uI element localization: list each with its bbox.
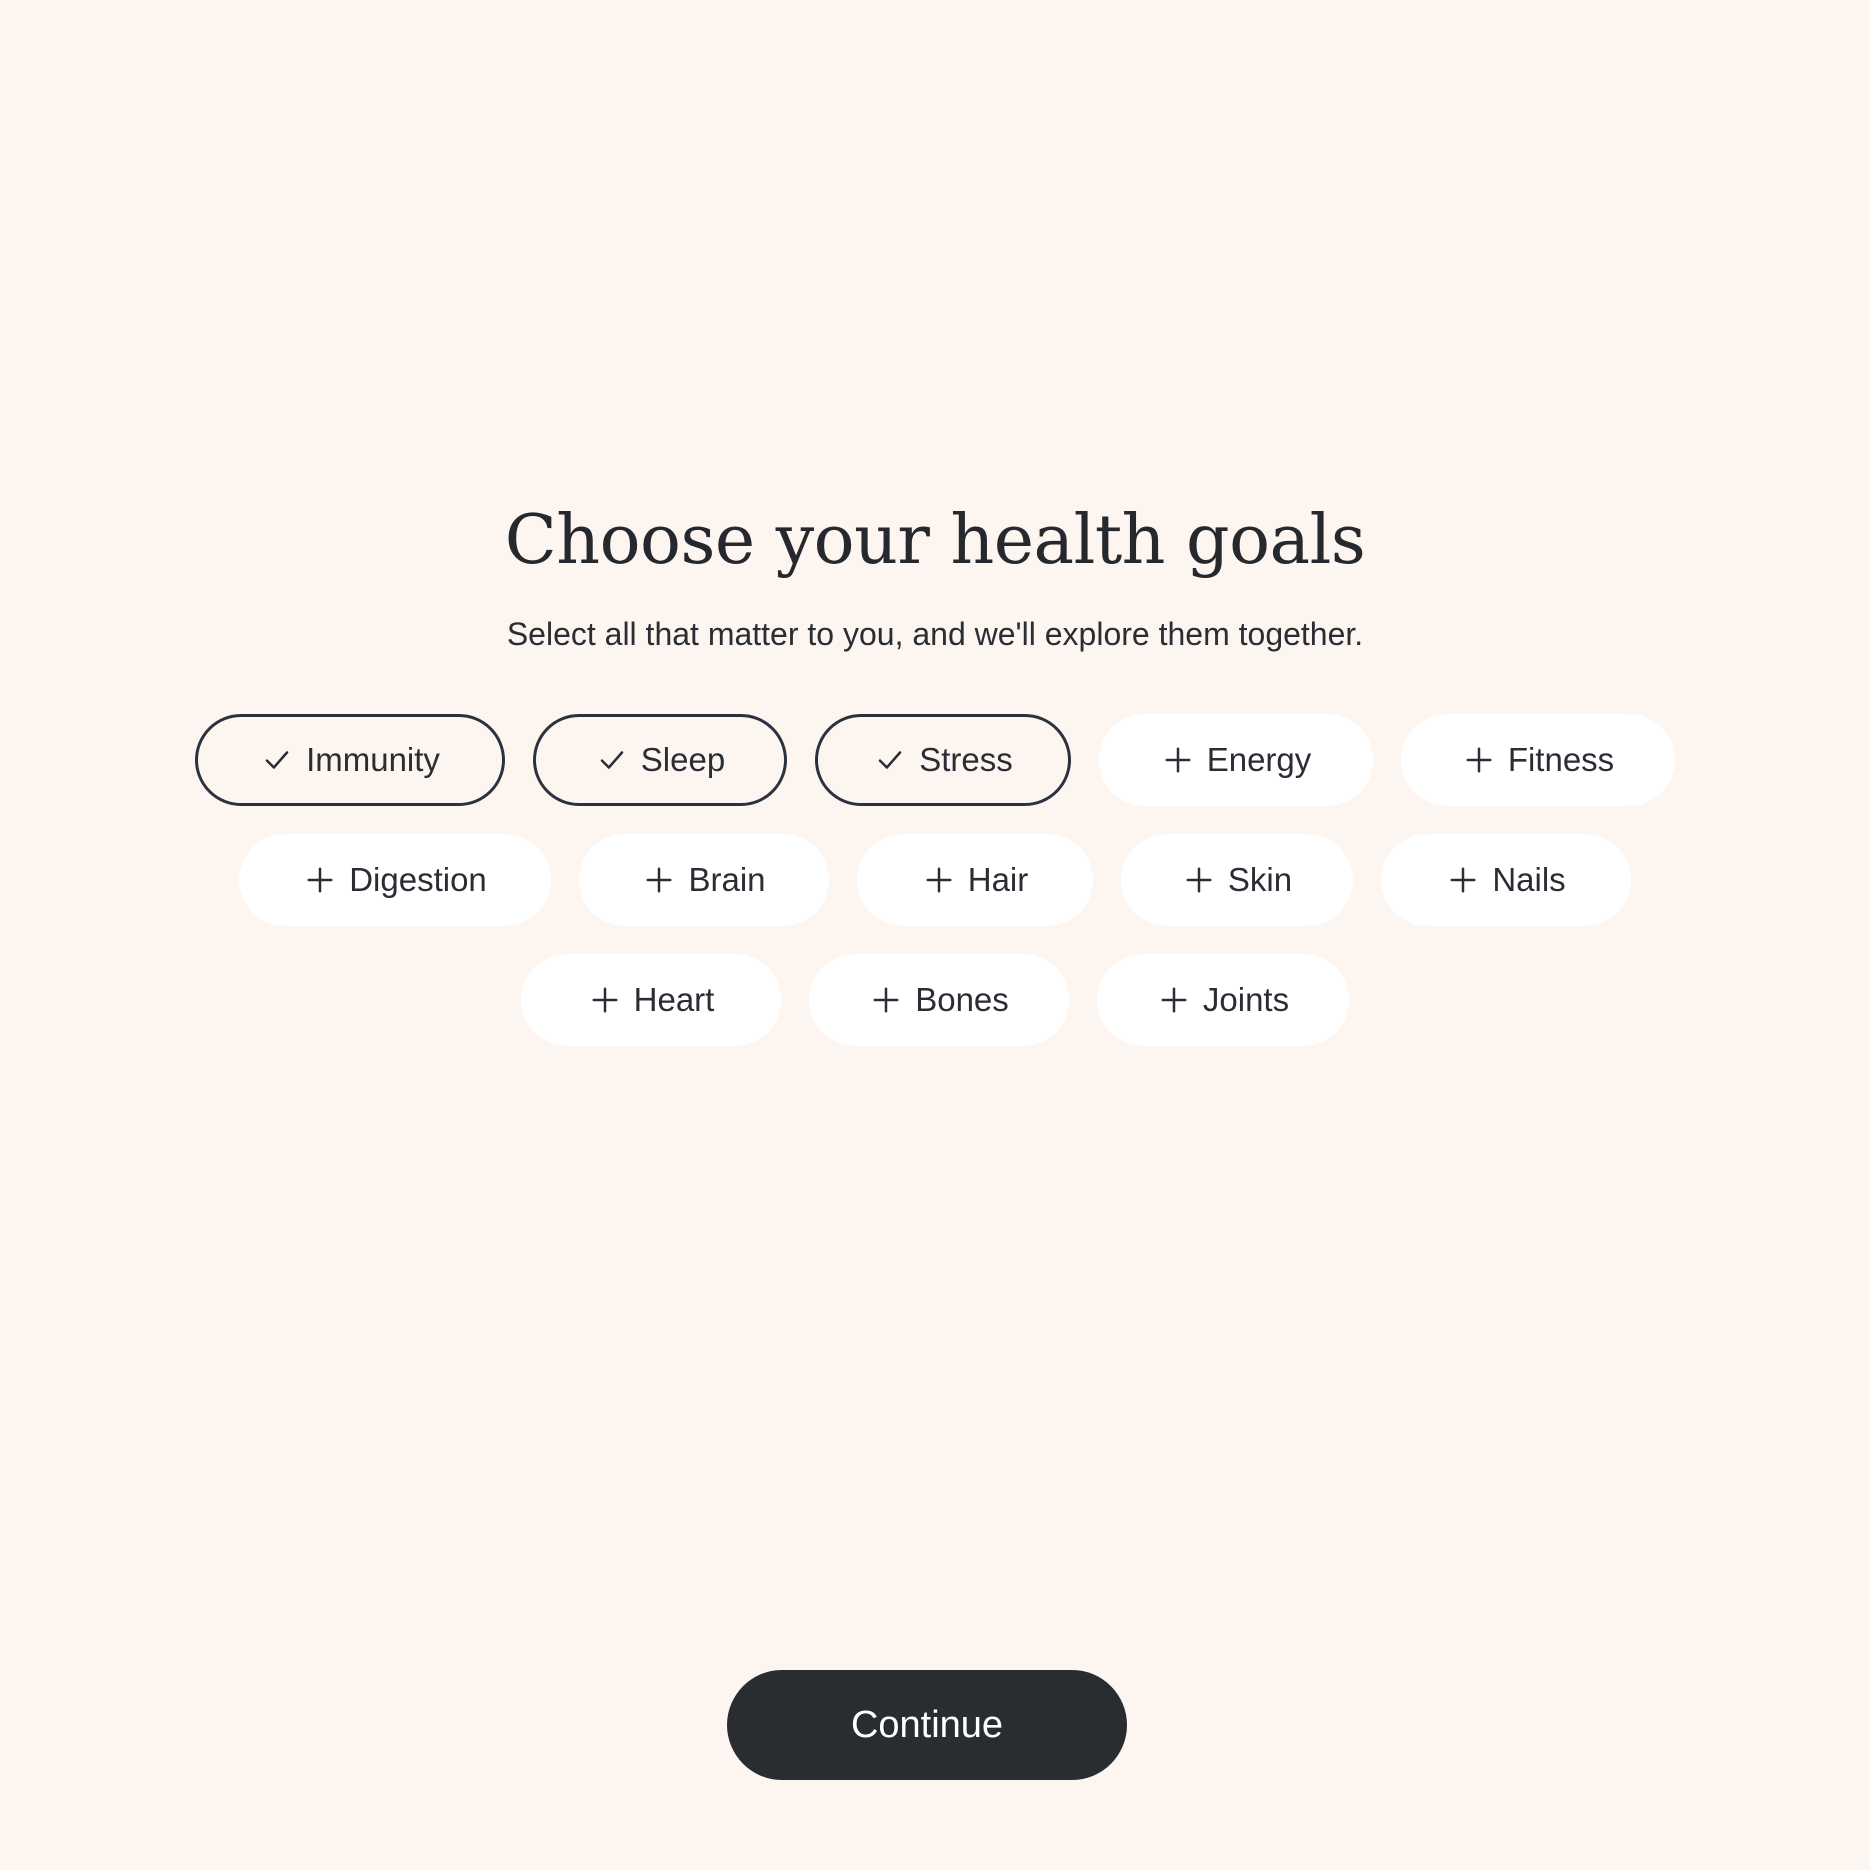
goal-chip-label: Energy <box>1206 741 1312 778</box>
goal-row: Immunity Sleep Stress Energy Fitness <box>0 714 1870 806</box>
goal-chip-label: Sleep <box>640 741 726 778</box>
plus-icon <box>1182 863 1216 897</box>
check-icon <box>260 743 294 777</box>
goal-row: Heart Bones Joints <box>0 954 1870 1046</box>
plus-icon <box>303 863 337 897</box>
goal-chip-label: Heart <box>633 981 715 1018</box>
plus-icon <box>1446 863 1480 897</box>
check-icon <box>873 743 907 777</box>
goal-chip-fitness[interactable]: Fitness <box>1401 714 1675 806</box>
goal-chip-digestion[interactable]: Digestion <box>239 834 551 926</box>
goal-chip-label: Joints <box>1202 981 1290 1018</box>
goal-chip-brain[interactable]: Brain <box>579 834 829 926</box>
continue-button[interactable]: Continue <box>727 1670 1127 1780</box>
goal-chip-bones[interactable]: Bones <box>809 954 1069 1046</box>
goal-chip-label: Nails <box>1492 861 1566 898</box>
plus-icon <box>869 983 903 1017</box>
goal-chip-label: Immunity <box>306 741 440 778</box>
goal-chip-skin[interactable]: Skin <box>1121 834 1353 926</box>
plus-icon <box>1462 743 1496 777</box>
plus-icon <box>922 863 956 897</box>
goal-chip-label: Brain <box>688 861 766 898</box>
goal-chip-label: Fitness <box>1507 741 1615 778</box>
goal-chip-heart[interactable]: Heart <box>521 954 781 1046</box>
goal-chip-energy[interactable]: Energy <box>1099 714 1373 806</box>
goal-chip-list: Immunity Sleep Stress Energy Fitness Dig… <box>0 714 1870 1074</box>
goal-chip-label: Stress <box>919 741 1013 778</box>
goal-chip-label: Digestion <box>349 861 487 898</box>
goal-chip-label: Bones <box>915 981 1009 1018</box>
goal-chip-sleep[interactable]: Sleep <box>533 714 787 806</box>
goal-chip-nails[interactable]: Nails <box>1381 834 1631 926</box>
plus-icon <box>642 863 676 897</box>
page-subtitle: Select all that matter to you, and we'll… <box>506 616 1364 652</box>
plus-icon <box>588 983 622 1017</box>
goal-chip-stress[interactable]: Stress <box>815 714 1071 806</box>
goal-chip-label: Skin <box>1227 861 1293 898</box>
goal-chip-joints[interactable]: Joints <box>1097 954 1349 1046</box>
goal-chip-hair[interactable]: Hair <box>857 834 1093 926</box>
goal-chip-immunity[interactable]: Immunity <box>195 714 505 806</box>
page-title: Choose your health goals <box>504 501 1366 580</box>
plus-icon <box>1157 983 1191 1017</box>
check-icon <box>595 743 629 777</box>
plus-icon <box>1161 743 1195 777</box>
goal-row: Digestion Brain Hair Skin Nails <box>0 834 1870 926</box>
goal-chip-label: Hair <box>967 861 1029 898</box>
